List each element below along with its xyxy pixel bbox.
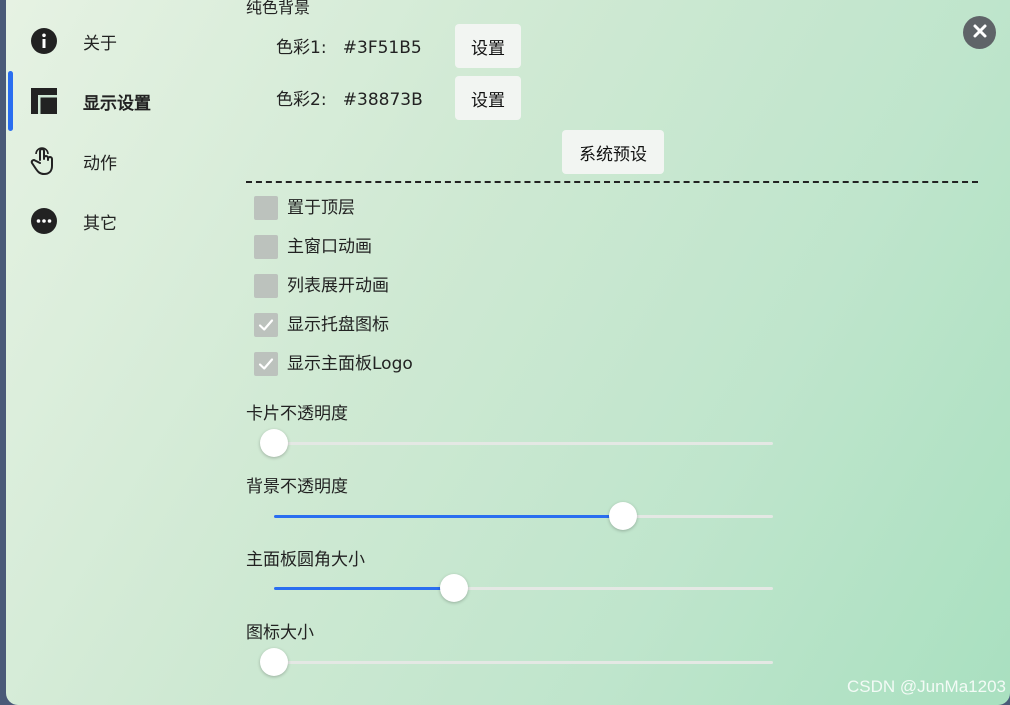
sidebar-item-label: 关于 (83, 34, 117, 54)
checkbox[interactable] (254, 235, 278, 259)
close-icon (972, 23, 988, 43)
check-icon (258, 319, 274, 331)
color1-value: #3F51B5 (342, 38, 422, 58)
slider-track (274, 442, 773, 445)
slider-label-card-opacity: 卡片不透明度 (246, 404, 348, 424)
slider-thumb[interactable] (260, 648, 288, 676)
slider-label-background-opacity: 背景不透明度 (246, 477, 348, 497)
background-opacity-slider[interactable] (274, 501, 773, 531)
option-label: 显示主面板Logo (287, 354, 413, 374)
slider-label-panel-corner-radius: 主面板圆角大小 (246, 550, 365, 570)
system-preset-button[interactable]: 系统预设 (562, 130, 664, 174)
info-icon (30, 27, 58, 55)
check-icon (258, 358, 274, 370)
checkbox-checked[interactable] (254, 313, 278, 337)
checkbox[interactable] (254, 274, 278, 298)
slider-thumb[interactable] (609, 502, 638, 530)
option-label: 主窗口动画 (287, 237, 372, 257)
divider (246, 181, 978, 183)
color1-label: 色彩1: (276, 38, 327, 58)
card-opacity-slider[interactable] (260, 428, 773, 458)
color1-row: 色彩1: #3F51B5 (276, 33, 422, 58)
active-indicator (8, 71, 13, 131)
layout-icon (30, 87, 58, 115)
hand-pointer-icon (30, 147, 58, 175)
sidebar-item-display-settings[interactable]: 显示设置 (6, 71, 226, 131)
color1-set-button[interactable]: 设置 (455, 24, 521, 68)
sidebar-item-about[interactable]: 关于 (6, 15, 226, 65)
slider-thumb[interactable] (260, 429, 288, 457)
color2-value: #38873B (342, 90, 423, 110)
slider-thumb[interactable] (439, 574, 468, 602)
option-label: 显示托盘图标 (287, 315, 389, 335)
sidebar-item-actions[interactable]: 动作 (6, 135, 226, 185)
close-button[interactable] (963, 16, 996, 49)
icon-size-slider[interactable] (260, 647, 773, 677)
section-title-solid-background: 纯色背景 (246, 0, 311, 17)
option-label: 置于顶层 (287, 198, 355, 218)
sidebar-item-label: 显示设置 (83, 94, 151, 114)
sidebar-item-other[interactable]: 其它 (6, 195, 226, 245)
option-label: 列表展开动画 (287, 276, 389, 296)
color2-label: 色彩2: (276, 90, 327, 110)
slider-fill (274, 587, 454, 590)
slider-label-icon-size: 图标大小 (246, 623, 314, 643)
sidebar-item-label: 其它 (83, 214, 117, 234)
panel-corner-radius-slider[interactable] (274, 573, 773, 603)
sidebar-item-label: 动作 (83, 154, 117, 174)
slider-track (274, 661, 773, 664)
checkbox[interactable] (254, 196, 278, 220)
color2-set-button[interactable]: 设置 (455, 76, 521, 120)
checkbox-checked[interactable] (254, 352, 278, 376)
settings-window: 关于 显示设置 动作 其它 纯色背景 色彩1: #3F51B5 设置 色彩2: … (6, 0, 1010, 705)
color2-row: 色彩2: #38873B (276, 85, 423, 110)
slider-fill (274, 515, 624, 518)
more-icon (30, 207, 58, 235)
watermark: CSDN @JunMa1203 (847, 677, 1006, 696)
